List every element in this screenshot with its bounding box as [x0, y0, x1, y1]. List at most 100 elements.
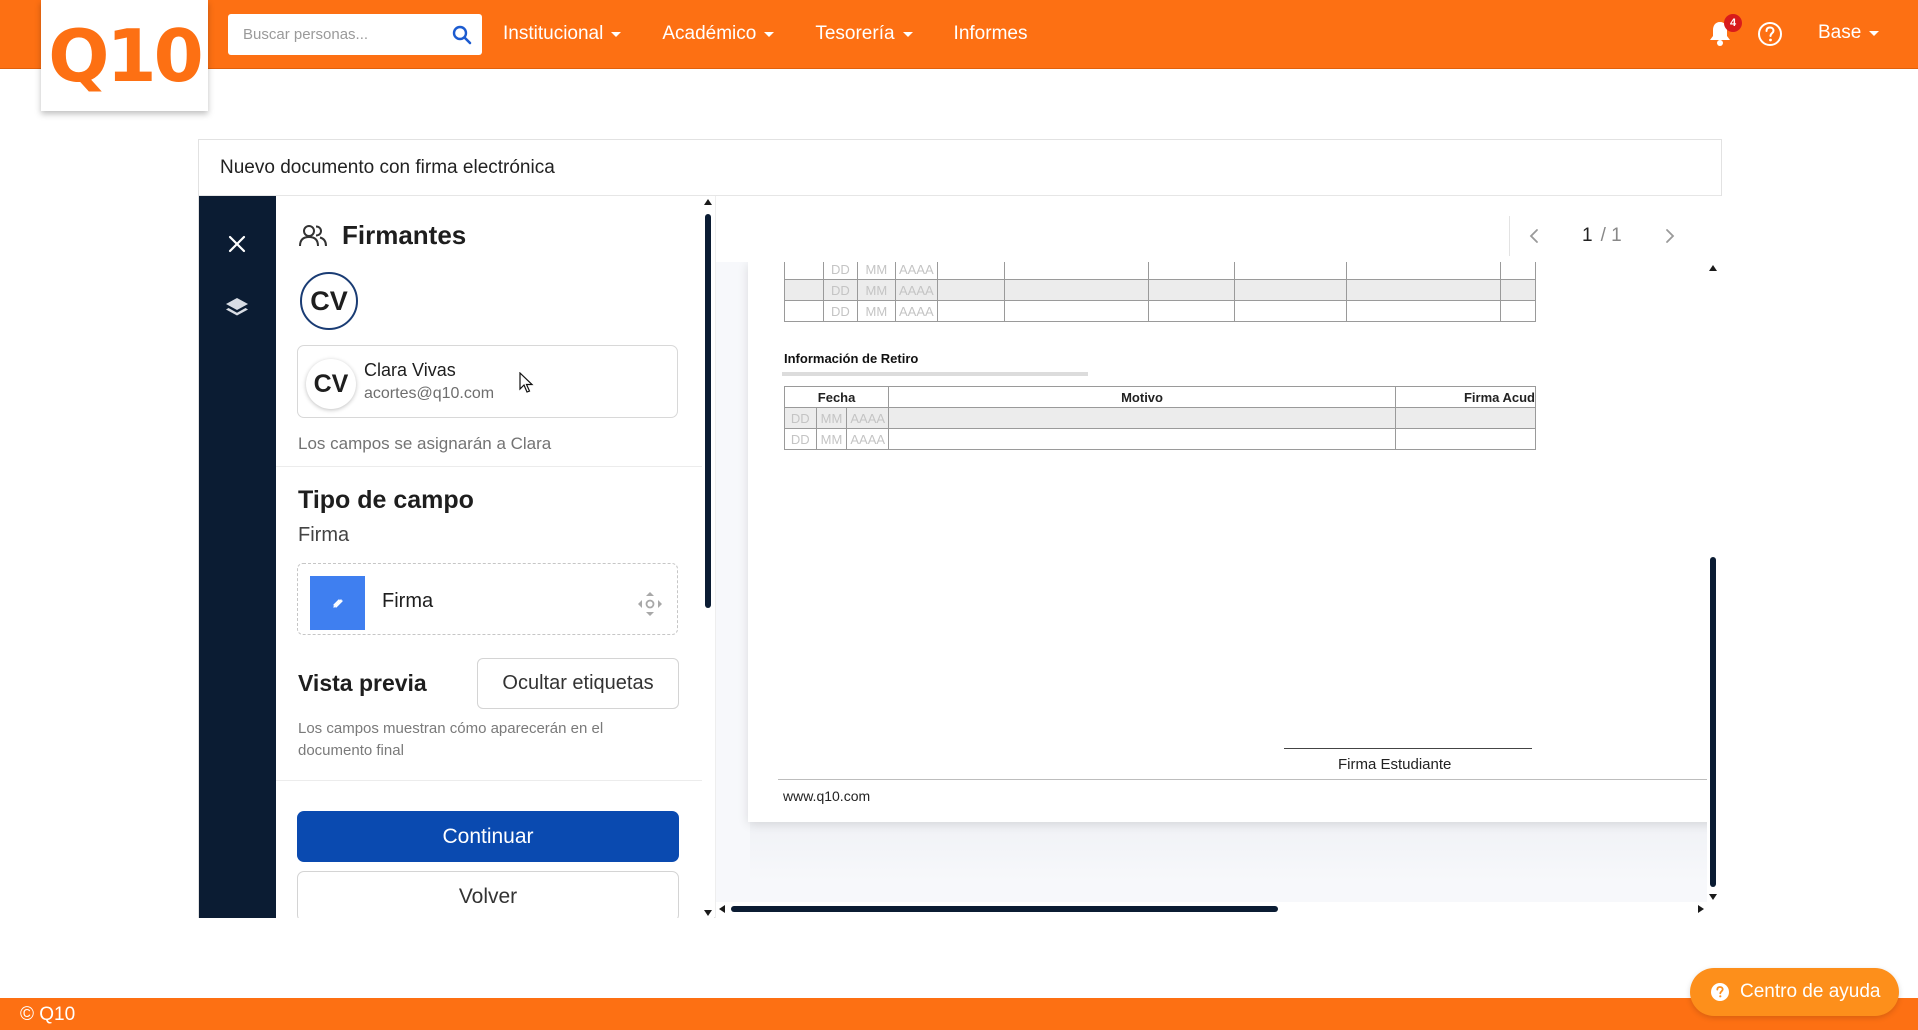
signer-avatar[interactable]: CV [300, 272, 358, 330]
scroll-right-arrow-icon[interactable] [1698, 905, 1704, 913]
q10-logo[interactable]: Q10 [41, 0, 208, 111]
nav-academico[interactable]: Académico [662, 23, 775, 45]
page-footer: © Q10 [0, 998, 1918, 1030]
top-navbar: Institucional Académico Tesorería Inform… [0, 0, 1918, 69]
scroll-left-arrow-icon[interactable] [719, 905, 725, 913]
day-placeholder: DD [784, 407, 817, 429]
signer-card-avatar: CV [306, 359, 356, 409]
year-placeholder: AAAA [846, 407, 890, 429]
document-footer-url: www.q10.com [783, 788, 871, 804]
viewer-horizontal-scrollbar-thumb[interactable] [731, 906, 1278, 912]
question-circle-icon [1711, 983, 1729, 1001]
signers-heading: Firmantes [298, 220, 466, 251]
signers-title: Firmantes [342, 220, 467, 250]
logo-text: Q10 [48, 13, 203, 98]
year-placeholder: AAAA [894, 262, 938, 280]
viewer-vertical-scrollbar-thumb[interactable] [1710, 557, 1716, 887]
nav-academico-label: Académico [662, 23, 757, 44]
document-card: Nuevo documento con firma electrónica Fi… [198, 139, 1722, 918]
scroll-up-arrow-icon[interactable] [1709, 265, 1717, 271]
chevron-left-icon[interactable] [1524, 225, 1546, 247]
scroll-up-arrow-icon[interactable] [704, 199, 712, 205]
year-placeholder: AAAA [894, 279, 938, 301]
viewer-horizontal-scrollbar[interactable] [716, 902, 1707, 916]
chevron-down-icon [902, 31, 913, 37]
close-icon[interactable] [225, 232, 249, 256]
pen-icon [332, 599, 343, 608]
student-signature-label: Firma Estudiante [1338, 756, 1452, 773]
signature-line [1284, 748, 1532, 749]
signer-card[interactable]: CV Clara Vivas acortes@q10.com [297, 345, 678, 418]
table-row: DD MM AAAA [784, 428, 1537, 450]
panel-scrollbar-thumb[interactable] [705, 214, 711, 608]
section-divider [276, 466, 702, 467]
nav-tesoreria-label: Tesorería [815, 23, 895, 44]
scroll-down-arrow-icon[interactable] [1709, 894, 1717, 900]
month-placeholder: MM [856, 300, 896, 322]
back-button[interactable]: Volver [297, 871, 679, 918]
hide-labels-button[interactable]: Ocultar etiquetas [477, 658, 679, 709]
field-type-value: Firma [298, 524, 350, 546]
records-table: DD MM AAAA DD MM AAAA DD MM AAAA [784, 262, 1537, 322]
signature-field-draggable[interactable]: Firma [297, 563, 678, 635]
signer-name: Clara Vivas [364, 360, 456, 380]
chevron-right-icon[interactable] [1658, 225, 1680, 247]
nav-institucional-label: Institucional [503, 23, 604, 44]
card-title: Nuevo documento con firma electrónica [199, 140, 1721, 196]
chevron-down-icon [764, 31, 775, 37]
signature-field-label: Firma [382, 590, 434, 612]
search-input[interactable] [228, 14, 452, 55]
config-panel: Firmantes CV CV Clara Vivas acortes@q10.… [276, 196, 702, 918]
total-pages: / 1 [1600, 225, 1622, 246]
column-header-motivo: Motivo [888, 386, 1396, 408]
continue-button[interactable]: Continuar [297, 811, 679, 862]
month-placeholder: MM [815, 407, 848, 429]
current-page: 1 [1582, 225, 1593, 246]
chevron-down-icon [1869, 30, 1880, 36]
nav-informes[interactable]: Informes [954, 23, 1028, 45]
day-placeholder: DD [784, 428, 817, 450]
document-canvas[interactable]: DD MM AAAA DD MM AAAA DD MM AAAA Informa… [716, 262, 1707, 902]
signature-field-tile [310, 576, 365, 630]
user-menu-label: Base [1818, 22, 1862, 43]
main-menu: Institucional Académico Tesorería Inform… [503, 0, 1068, 68]
month-placeholder: MM [815, 428, 848, 450]
users-icon [299, 224, 327, 246]
search-box [228, 14, 482, 55]
search-icon[interactable] [452, 25, 472, 45]
nav-tesoreria[interactable]: Tesorería [815, 23, 913, 45]
mouse-cursor-icon [519, 372, 534, 393]
nav-informes-label: Informes [953, 23, 1028, 44]
drag-move-icon[interactable] [636, 590, 664, 618]
year-placeholder: AAAA [894, 300, 938, 322]
column-header-fecha: Fecha [783, 386, 890, 408]
withdrawal-section-title: Información de Retiro [784, 351, 919, 366]
notification-badge: 4 [1724, 14, 1742, 32]
preview-note: Los campos muestran cómo aparecerán en e… [298, 720, 604, 759]
scroll-down-arrow-icon[interactable] [704, 910, 712, 916]
day-placeholder: DD [822, 262, 858, 280]
document-page: DD MM AAAA DD MM AAAA DD MM AAAA Informa… [748, 262, 1707, 822]
year-placeholder: AAAA [846, 428, 890, 450]
user-menu[interactable]: Base [1818, 22, 1880, 44]
column-header-firma: Firma Acud [1394, 386, 1537, 408]
chevron-down-icon [611, 31, 622, 37]
month-placeholder: MM [856, 262, 896, 280]
help-center-button[interactable]: Centro de ayuda [1690, 968, 1899, 1016]
section-underline [782, 372, 1088, 376]
assignment-note: Los campos se asignarán a Clara [298, 434, 552, 453]
help-icon[interactable] [1757, 21, 1783, 47]
viewer-vertical-scrollbar[interactable] [1707, 262, 1719, 902]
copyright-text: © Q10 [20, 1004, 76, 1025]
table-row: DD MM AAAA [784, 300, 1537, 322]
nav-institucional[interactable]: Institucional [503, 23, 622, 45]
month-placeholder: MM [856, 279, 896, 301]
tool-rail [199, 196, 276, 918]
section-divider [276, 780, 702, 781]
panel-scrollbar[interactable] [702, 196, 714, 918]
table-row: DD MM AAAA [784, 279, 1537, 301]
withdrawal-table: Fecha Motivo Firma Acud DD MM AAAA DD MM… [783, 386, 1537, 450]
layers-icon[interactable] [224, 295, 250, 321]
page-navigator: 1 / 1 [1509, 216, 1680, 256]
day-placeholder: DD [822, 300, 858, 322]
